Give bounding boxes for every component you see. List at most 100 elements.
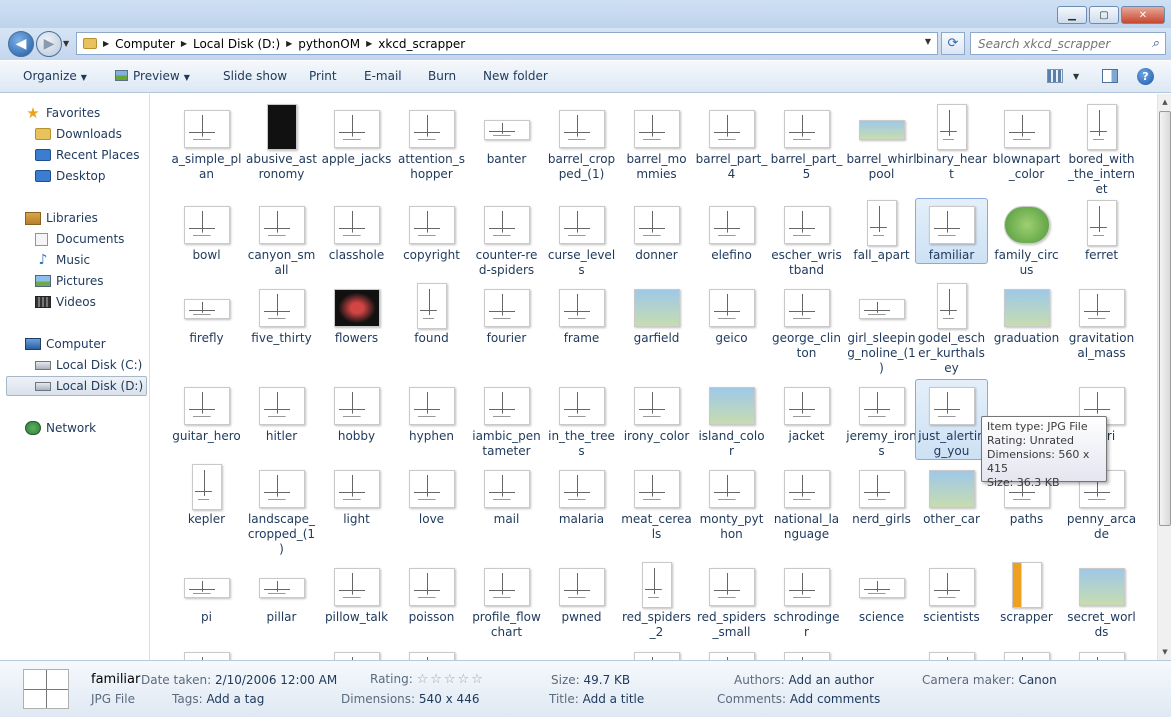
close-button[interactable]: ✕ bbox=[1121, 6, 1165, 24]
breadcrumb-pythonom[interactable]: pythonOM bbox=[298, 37, 360, 51]
file-name-line: donner bbox=[635, 248, 678, 262]
minimize-button[interactable]: ▁ bbox=[1057, 6, 1087, 24]
file-name-label: classhole bbox=[320, 248, 393, 263]
image-thumbnail bbox=[784, 568, 830, 606]
file-name-line: counter-re bbox=[475, 248, 538, 262]
file-name-line: garfield bbox=[633, 331, 680, 345]
file-name-line: blownapart bbox=[992, 152, 1061, 166]
address-bar[interactable]: ▶ Computer ▶ Local Disk (D:) ▶ pythonOM … bbox=[76, 32, 938, 55]
title-value[interactable]: Add a title bbox=[583, 692, 645, 706]
refresh-button[interactable]: ⟳ bbox=[941, 32, 965, 55]
image-thumbnail bbox=[409, 470, 455, 508]
nav-local-disk-d[interactable]: Local Disk (D:) bbox=[6, 376, 147, 396]
maximize-button[interactable]: ▢ bbox=[1089, 6, 1119, 24]
file-name-line: nguage bbox=[783, 527, 830, 541]
preview-button[interactable]: Preview ▼ bbox=[115, 69, 190, 83]
change-view-icon[interactable] bbox=[1047, 69, 1063, 83]
search-box[interactable]: ⌕ bbox=[970, 32, 1166, 55]
recent-pages-dropdown-icon[interactable]: ▼ bbox=[63, 39, 69, 48]
nav-downloads[interactable]: Downloads bbox=[35, 124, 122, 144]
file-name-label: attention_s hopper bbox=[395, 152, 468, 182]
chevron-right-icon[interactable]: ▶ bbox=[103, 39, 109, 48]
image-thumbnail bbox=[484, 120, 530, 140]
print-button[interactable]: Print bbox=[309, 69, 337, 83]
email-button[interactable]: E-mail bbox=[364, 69, 402, 83]
camera-maker-label: Camera maker: bbox=[922, 673, 1015, 687]
image-thumbnail bbox=[559, 206, 605, 244]
burn-label: Burn bbox=[428, 69, 457, 83]
nav-libraries[interactable]: Libraries bbox=[25, 208, 98, 228]
folder-icon bbox=[83, 38, 97, 49]
search-input[interactable] bbox=[978, 36, 1138, 51]
file-name-label: bowl bbox=[170, 248, 243, 263]
view-options-dropdown-icon[interactable]: ▼ bbox=[1073, 72, 1079, 81]
image-thumbnail bbox=[709, 470, 755, 508]
size-value: 49.7 KB bbox=[583, 673, 631, 687]
file-name-label: abusive_ast ronomy bbox=[245, 152, 318, 182]
nav-favorites[interactable]: ★ Favorites bbox=[25, 103, 100, 123]
chevron-right-icon[interactable]: ▶ bbox=[286, 39, 292, 48]
chevron-right-icon[interactable]: ▶ bbox=[181, 39, 187, 48]
comments-value[interactable]: Add comments bbox=[790, 692, 880, 706]
forward-button[interactable]: ▶ bbox=[36, 31, 62, 57]
file-name-line: kepler bbox=[187, 512, 226, 526]
file-name-line: ped_(1) bbox=[558, 167, 605, 181]
file-name-label: fourier bbox=[470, 331, 543, 346]
image-thumbnail bbox=[634, 387, 680, 425]
nav-recent-places[interactable]: Recent Places bbox=[35, 145, 139, 165]
file-name-label: meat_cerea ls bbox=[620, 512, 693, 542]
file-name-line: bowl bbox=[192, 248, 221, 262]
preview-pane-icon[interactable] bbox=[1102, 69, 1118, 83]
file-name-line: mmies bbox=[636, 167, 677, 181]
chevron-right-icon[interactable]: ▶ bbox=[366, 39, 372, 48]
scroll-down-arrow-icon[interactable]: ▼ bbox=[1158, 645, 1171, 659]
breadcrumb-computer[interactable]: Computer bbox=[115, 37, 175, 51]
file-name-label: girl_sleepin g_noline_(1) bbox=[845, 331, 918, 376]
nav-music[interactable]: ♪ Music bbox=[35, 250, 91, 270]
authors-value[interactable]: Add an author bbox=[789, 673, 874, 687]
file-name-line: other_car bbox=[923, 512, 980, 526]
nav-local-disk-c[interactable]: Local Disk (C:) bbox=[35, 355, 142, 375]
file-name-label: flowers bbox=[320, 331, 393, 346]
scroll-up-arrow-icon[interactable]: ▲ bbox=[1158, 95, 1171, 109]
search-icon[interactable]: ⌕ bbox=[1152, 36, 1159, 51]
new-folder-button[interactable]: New folder bbox=[483, 69, 548, 83]
back-button[interactable]: ◀ bbox=[8, 31, 34, 57]
rating-stars[interactable]: ☆☆☆☆☆ bbox=[417, 672, 485, 687]
file-name-label: banter bbox=[470, 152, 543, 167]
file-name-label: donner bbox=[620, 248, 693, 263]
date-taken-value[interactable]: 2/10/2006 12:00 AM bbox=[215, 673, 337, 687]
scrollbar-thumb[interactable] bbox=[1159, 111, 1171, 526]
file-name-label: secret_worl ds bbox=[1065, 610, 1138, 640]
file-name-label: national_la nguage bbox=[770, 512, 843, 542]
tags-value[interactable]: Add a tag bbox=[206, 692, 264, 706]
slide-show-button[interactable]: Slide show bbox=[223, 69, 287, 83]
nav-recent-label: Recent Places bbox=[56, 148, 140, 162]
breadcrumb-local-disk-d[interactable]: Local Disk (D:) bbox=[193, 37, 280, 51]
image-thumbnail bbox=[859, 470, 905, 508]
camera-maker-value[interactable]: Canon bbox=[1018, 673, 1056, 687]
organize-button[interactable]: Organize ▼ bbox=[23, 69, 87, 83]
file-name-line: pillar bbox=[266, 610, 297, 624]
file-name-line: red_spiders bbox=[696, 610, 767, 624]
nav-pictures[interactable]: Pictures bbox=[35, 271, 104, 291]
image-thumbnail bbox=[484, 470, 530, 508]
file-name-line: classhole bbox=[328, 248, 385, 262]
tags-label: Tags: bbox=[172, 692, 203, 706]
image-thumbnail bbox=[929, 652, 975, 660]
nav-desktop[interactable]: Desktop bbox=[35, 166, 106, 186]
file-name-line: _small bbox=[712, 625, 751, 639]
file-name-label: jacket bbox=[770, 429, 843, 444]
burn-button[interactable]: Burn bbox=[428, 69, 456, 83]
breadcrumb-xkcd-scrapper[interactable]: xkcd_scrapper bbox=[378, 37, 465, 51]
nav-videos[interactable]: Videos bbox=[35, 292, 96, 312]
nav-network[interactable]: Network bbox=[25, 418, 96, 438]
file-name-line: hopper bbox=[410, 167, 453, 181]
help-icon[interactable]: ? bbox=[1137, 68, 1154, 85]
file-name-line: 4 bbox=[727, 167, 736, 181]
nav-documents[interactable]: Documents bbox=[35, 229, 124, 249]
address-dropdown-icon[interactable]: ▼ bbox=[925, 37, 931, 46]
file-name-label: binary_hear t bbox=[915, 152, 988, 182]
vertical-scrollbar[interactable]: ▲ ▼ bbox=[1157, 94, 1171, 660]
nav-computer[interactable]: Computer bbox=[25, 334, 106, 354]
